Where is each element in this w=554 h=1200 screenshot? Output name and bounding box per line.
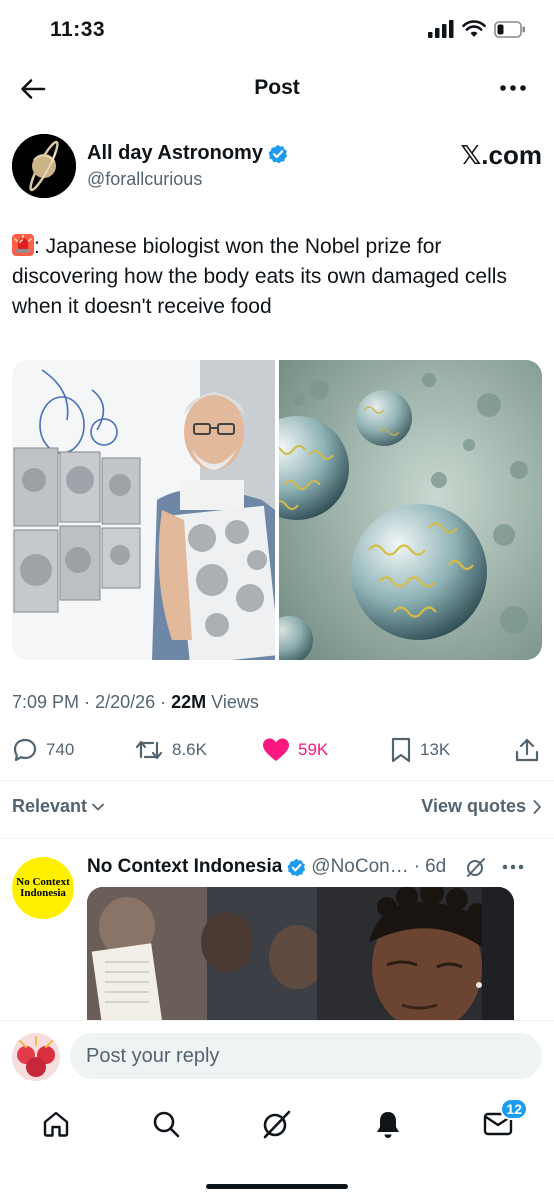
tweet-date: 2/20/26 (95, 692, 156, 712)
tweet-text-body: : Japanese biologist won the Nobel prize… (12, 235, 507, 318)
messages-badge: 12 (500, 1098, 528, 1120)
signal-icon (428, 20, 454, 38)
divider (0, 838, 554, 839)
tweet-meta: 7:09 PM · 2/20/26 · 22M Views (12, 692, 259, 713)
reply-author-name[interactable]: No Context Indonesia (87, 856, 282, 878)
reply-bubble-icon (13, 738, 37, 762)
page-title: Post (254, 76, 300, 99)
author-avatar[interactable] (12, 134, 76, 198)
home-icon (43, 1111, 69, 1137)
reply-avatar-text-line2: Indonesia (20, 887, 66, 899)
sort-dropdown[interactable]: Relevant (12, 796, 105, 817)
reply-post[interactable]: No Context Indonesia No Context Indonesi… (0, 845, 554, 1020)
basketball-player-photo-image (87, 887, 514, 1020)
tweet-media[interactable] (12, 360, 542, 660)
saturn-avatar-image (12, 134, 76, 198)
meta-separator: · (84, 692, 96, 712)
tab-grok[interactable] (257, 1106, 297, 1142)
reply-author-handle[interactable]: @NoCon… (311, 856, 408, 878)
tweet-text: : Japanese biologist won the Nobel prize… (12, 232, 542, 322)
divider (0, 780, 554, 781)
action-bar: 740 8.6K 59K 13K (12, 734, 542, 766)
bookmark-button[interactable]: 13K (390, 734, 450, 766)
home-indicator (206, 1184, 348, 1189)
siren-emoji-icon (12, 234, 34, 256)
tab-search[interactable] (146, 1106, 186, 1142)
more-dots-icon (500, 85, 526, 91)
author-name[interactable]: All day Astronomy (87, 142, 288, 165)
reply-composer (0, 1020, 554, 1092)
meta-separator: · (160, 692, 172, 712)
author-name-text: All day Astronomy (87, 142, 263, 164)
like-count: 59K (298, 740, 329, 759)
repost-icon (135, 740, 163, 760)
bottom-tab-bar: 12 (0, 1092, 554, 1162)
share-button[interactable] (514, 734, 540, 766)
grok-icon (263, 1110, 291, 1139)
status-icons (428, 20, 526, 38)
reply-input[interactable] (70, 1033, 542, 1079)
view-quotes-label: View quotes (421, 796, 526, 816)
author-row: All day Astronomy @forallcurious 𝕏.com (12, 134, 542, 200)
tab-home[interactable] (36, 1106, 76, 1142)
bookmark-icon (391, 737, 411, 763)
tab-notifications[interactable] (368, 1106, 408, 1142)
heart-filled-icon (263, 738, 289, 761)
tweet-views-label: Views (211, 692, 259, 712)
repost-count: 8.6K (172, 740, 207, 759)
tab-messages[interactable]: 12 (478, 1098, 528, 1142)
view-quotes-link[interactable]: View quotes (421, 796, 542, 817)
share-icon (515, 738, 539, 762)
status-time: 11:33 (50, 18, 106, 41)
chevron-right-icon (533, 799, 541, 814)
reply-media[interactable] (87, 887, 514, 1020)
verified-badge-icon (268, 144, 288, 163)
grok-icon[interactable] (465, 856, 487, 878)
chevron-down-icon (92, 803, 104, 810)
more-dots-icon[interactable] (502, 864, 524, 870)
reply-count: 740 (46, 740, 75, 759)
more-options-button[interactable] (498, 76, 528, 100)
wifi-icon (462, 20, 486, 37)
battery-icon (494, 20, 525, 38)
status-bar: 11:33 (0, 0, 554, 62)
nav-bar: Post (0, 66, 554, 112)
repost-button[interactable]: 8.6K (134, 734, 207, 766)
like-button[interactable]: 59K (262, 734, 328, 766)
author-handle[interactable]: @forallcurious (87, 169, 202, 190)
media-photo-scientist[interactable] (12, 360, 280, 660)
tweet-time: 7:09 PM (12, 692, 80, 712)
search-icon (153, 1111, 180, 1138)
reply-dot-separator: · (413, 856, 421, 877)
reply-avatar[interactable]: No Context Indonesia (12, 857, 74, 919)
verified-badge-icon (287, 858, 306, 876)
reply-header: No Context Indonesia @NoCon… · 6d (87, 853, 542, 881)
reply-button[interactable]: 740 (12, 734, 74, 766)
scientist-photo-image (12, 360, 280, 660)
reply-age: 6d (425, 856, 447, 877)
my-avatar[interactable] (12, 1033, 60, 1081)
bell-icon (377, 1112, 399, 1138)
sort-label: Relevant (12, 796, 88, 816)
media-photo-cells[interactable] (245, 360, 542, 660)
cells-render-image (245, 360, 542, 660)
bookmark-count: 13K (420, 740, 451, 759)
brand-label: 𝕏.com (460, 140, 542, 170)
my-avatar-image (12, 1033, 60, 1081)
reply-filter-row: Relevant View quotes (12, 794, 542, 822)
tweet-views-count[interactable]: 22M (171, 692, 206, 712)
